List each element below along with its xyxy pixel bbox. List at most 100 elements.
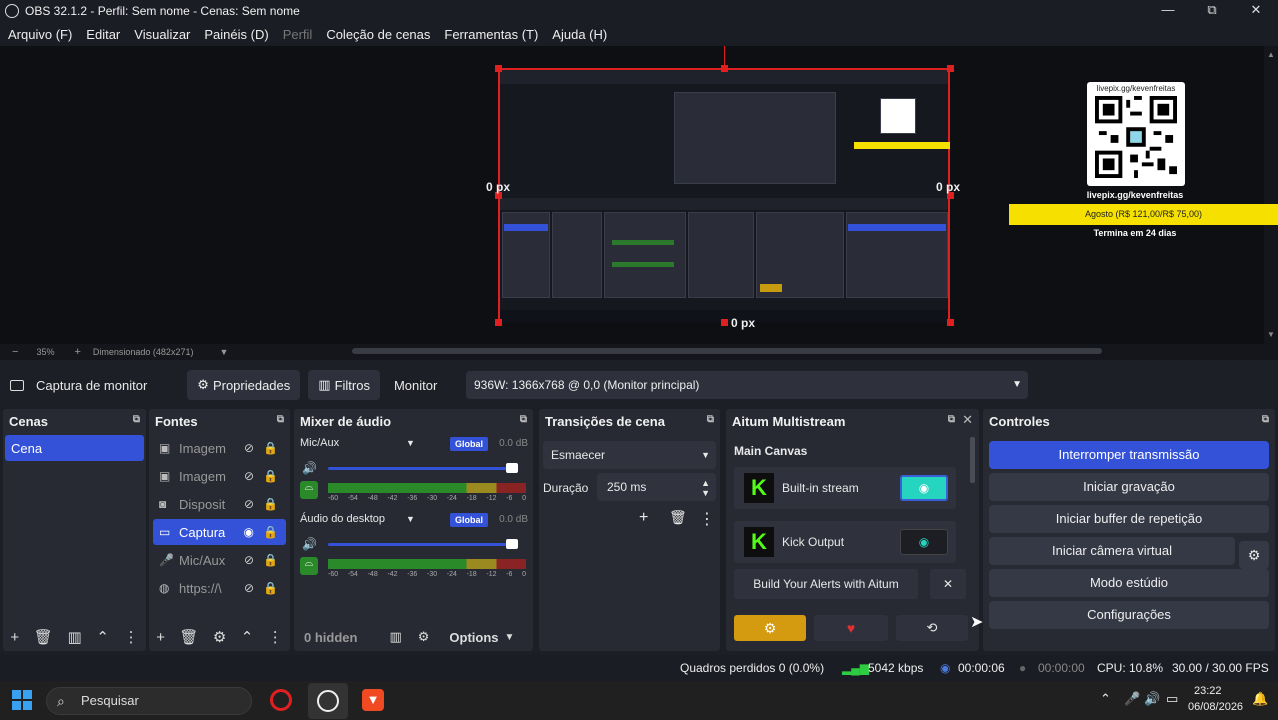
resize-handle[interactable] bbox=[495, 65, 502, 72]
refresh-icon[interactable]: ⟲ bbox=[896, 615, 968, 641]
aitum-settings-icon[interactable]: ⚙ bbox=[734, 615, 806, 641]
move-up-icon[interactable]: ⌃ bbox=[241, 628, 254, 646]
source-item[interactable]: ◙ Disposit ⊘ 🔒 bbox=[153, 491, 286, 517]
zoom-in-button[interactable]: + bbox=[74, 346, 80, 358]
speaker-icon[interactable]: 🔊 bbox=[1144, 691, 1160, 707]
preview-vertical-scrollbar[interactable]: ▲ ▼ bbox=[1264, 46, 1278, 344]
transition-select[interactable]: Esmaecer ▼ bbox=[543, 441, 716, 469]
notification-icon[interactable]: 🔔 bbox=[1252, 691, 1268, 707]
filters-button[interactable]: ▥ Filtros bbox=[308, 370, 380, 400]
monitor-audio-icon[interactable]: ⌓ bbox=[300, 557, 318, 575]
lock-icon[interactable]: 🔒 bbox=[263, 525, 278, 539]
menu-ferramentas[interactable]: Ferramentas (T) bbox=[444, 27, 538, 42]
menu-perfil[interactable]: Perfil bbox=[283, 27, 313, 42]
channel-menu-icon[interactable]: ▼ bbox=[406, 514, 415, 524]
mixer-settings-icon[interactable]: ⚙ bbox=[418, 629, 430, 645]
undock-icon[interactable]: ⧉ bbox=[277, 414, 284, 425]
start-recording-button[interactable]: Iniciar gravação bbox=[989, 473, 1269, 501]
dismiss-alerts-icon[interactable]: ✕ bbox=[930, 569, 966, 599]
remove-source-icon[interactable]: 🗑 bbox=[179, 628, 198, 646]
add-transition-icon[interactable]: + bbox=[639, 509, 648, 527]
close-button[interactable]: ✕ bbox=[1234, 0, 1278, 22]
settings-button[interactable]: Configurações bbox=[989, 601, 1269, 629]
undock-icon[interactable]: ⧉ bbox=[948, 414, 955, 425]
tray-expand-icon[interactable]: ⌃ bbox=[1100, 691, 1111, 707]
source-item[interactable]: 🎤 Mic/Aux ⊘ 🔒 bbox=[153, 547, 286, 573]
network-icon[interactable]: ▭ bbox=[1166, 691, 1178, 707]
move-up-icon[interactable]: ⌃ bbox=[96, 628, 109, 646]
volume-slider[interactable] bbox=[328, 543, 516, 546]
monitor-select[interactable]: 936W: 1366x768 @ 0,0 (Monitor principal)… bbox=[466, 371, 1028, 399]
zoom-out-button[interactable]: − bbox=[12, 346, 18, 358]
volume-slider[interactable] bbox=[328, 467, 516, 470]
scroll-up-icon[interactable]: ▲ bbox=[1267, 50, 1275, 59]
source-item-selected[interactable]: ▭ Captura ◉ 🔒 bbox=[153, 519, 286, 545]
duration-spinbox[interactable]: 250 ms ▲ ▼ bbox=[597, 473, 716, 501]
mixer-options-button[interactable]: Options bbox=[449, 630, 498, 645]
undock-icon[interactable]: ⧉ bbox=[1262, 414, 1269, 425]
zoom-dropdown-icon[interactable]: ▼ bbox=[219, 347, 228, 357]
maximize-button[interactable]: ⧉ bbox=[1190, 0, 1234, 22]
chevron-down-icon[interactable]: ▼ bbox=[505, 632, 515, 643]
scroll-down-icon[interactable]: ▼ bbox=[1267, 330, 1275, 339]
source-properties-icon[interactable]: ⚙ bbox=[213, 628, 226, 646]
undock-icon[interactable]: ⧉ bbox=[520, 414, 527, 425]
virtual-camera-settings-icon[interactable]: ⚙ bbox=[1239, 541, 1269, 569]
menu-visualizar[interactable]: Visualizar bbox=[134, 27, 190, 42]
menu-arquivo[interactable]: Arquivo (F) bbox=[8, 27, 72, 42]
resize-handle[interactable] bbox=[947, 319, 954, 326]
undock-icon[interactable]: ⧉ bbox=[133, 414, 140, 425]
lock-icon[interactable]: 🔒 bbox=[263, 469, 278, 483]
volume-icon[interactable]: 🔊 bbox=[302, 537, 317, 551]
clock-date[interactable]: 06/08/2026 bbox=[1188, 701, 1243, 713]
aitum-alerts-button[interactable]: Build Your Alerts with Aitum bbox=[734, 569, 918, 599]
stop-streaming-button[interactable]: Interromper transmissão bbox=[989, 441, 1269, 469]
more-icon[interactable]: ⋮ bbox=[268, 628, 283, 646]
resize-handle[interactable] bbox=[495, 319, 502, 326]
source-item[interactable]: ◍ https://\ ⊘ 🔒 bbox=[153, 575, 286, 601]
source-item[interactable]: ▣ Imagem ⊘ 🔒 bbox=[153, 435, 286, 461]
heart-icon[interactable]: ♥ bbox=[814, 615, 888, 641]
minimize-button[interactable]: — bbox=[1146, 0, 1190, 22]
properties-button[interactable]: ⚙ Propriedades bbox=[187, 370, 301, 400]
spin-down-icon[interactable]: ▼ bbox=[701, 479, 710, 507]
hidden-eye-icon[interactable]: ⊘ bbox=[244, 441, 254, 455]
preview-horizontal-scrollbar[interactable] bbox=[352, 348, 1102, 354]
lock-icon[interactable]: 🔒 bbox=[263, 581, 278, 595]
start-virtual-camera-button[interactable]: Iniciar câmera virtual bbox=[989, 537, 1235, 565]
channel-menu-icon[interactable]: ▼ bbox=[406, 438, 415, 448]
more-icon[interactable]: ⋮ bbox=[699, 509, 715, 529]
remove-scene-icon[interactable]: 🗑 bbox=[34, 628, 53, 646]
hidden-eye-icon[interactable]: ⊘ bbox=[244, 469, 254, 483]
resize-handle[interactable] bbox=[721, 319, 728, 326]
undock-icon[interactable]: ⧉ bbox=[707, 414, 714, 425]
resize-handle[interactable] bbox=[947, 65, 954, 72]
windows-start-icon[interactable] bbox=[12, 690, 32, 710]
obs-taskbar-button[interactable] bbox=[308, 683, 348, 719]
source-item[interactable]: ▣ Imagem ⊘ 🔒 bbox=[153, 463, 286, 489]
lock-icon[interactable]: 🔒 bbox=[263, 497, 278, 511]
volume-slider-knob[interactable] bbox=[506, 539, 518, 549]
monitor-audio-icon[interactable]: ⌓ bbox=[300, 481, 318, 499]
hidden-eye-icon[interactable]: ⊘ bbox=[244, 553, 254, 567]
volume-slider-knob[interactable] bbox=[506, 463, 518, 473]
lock-icon[interactable]: 🔒 bbox=[263, 553, 278, 567]
taskbar-search[interactable]: ⌕ Pesquisar bbox=[46, 687, 252, 715]
volume-icon[interactable]: 🔊 bbox=[302, 461, 317, 475]
opera-icon[interactable] bbox=[270, 689, 292, 711]
eye-icon[interactable]: ◉ bbox=[244, 525, 254, 539]
hidden-count[interactable]: 0 hidden bbox=[304, 630, 357, 645]
mic-icon[interactable]: 🎤 bbox=[1124, 691, 1140, 707]
start-replay-buffer-button[interactable]: Iniciar buffer de repetição bbox=[989, 505, 1269, 533]
close-icon[interactable]: ✕ bbox=[962, 412, 973, 428]
studio-mode-button[interactable]: Modo estúdio bbox=[989, 569, 1269, 597]
hidden-eye-icon[interactable]: ⊘ bbox=[244, 581, 254, 595]
menu-paineis[interactable]: Painéis (D) bbox=[204, 27, 268, 42]
clock-time[interactable]: 23:22 bbox=[1194, 685, 1222, 697]
scene-filters-icon[interactable]: ▥ bbox=[67, 628, 81, 646]
stream-toggle-icon[interactable]: ◉ bbox=[900, 529, 948, 555]
scene-item-cena[interactable]: Cena bbox=[5, 435, 144, 461]
qr-card[interactable]: livepix.gg/kevenfreitas bbox=[1087, 82, 1185, 186]
more-icon[interactable]: ⋮ bbox=[124, 628, 139, 646]
monitor-capture-source[interactable] bbox=[498, 68, 950, 322]
